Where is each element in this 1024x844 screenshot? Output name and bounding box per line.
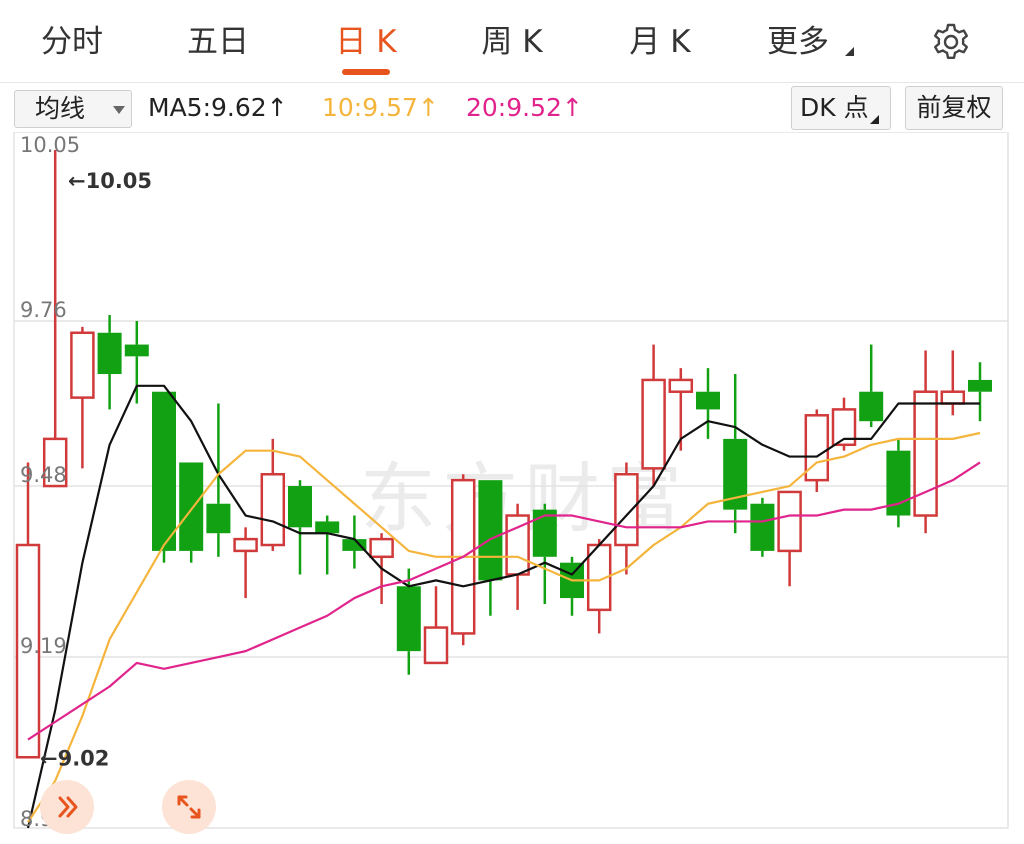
- candle-body-up: [614, 473, 639, 547]
- y-tick-label: 9.48: [20, 463, 67, 487]
- low-marker-label: ←9.02: [40, 746, 109, 770]
- tab-five-day[interactable]: 五日: [182, 20, 254, 64]
- candle: [614, 462, 639, 575]
- candle: [288, 480, 312, 575]
- high-marker-label: ←10.05: [68, 169, 152, 193]
- candle-body-down: [206, 503, 231, 534]
- period-tabs: 分时 五日 日 K 周 K 月 K 更多: [0, 0, 1024, 83]
- indicator-select[interactable]: 均线: [14, 90, 132, 128]
- collapse-sidebar-button[interactable]: [40, 780, 94, 834]
- tab-monthly-k[interactable]: 月 K: [624, 20, 696, 64]
- candle: [206, 403, 231, 557]
- forward-adjust-button[interactable]: 前复权: [905, 86, 1003, 130]
- candle-body-down: [750, 503, 775, 551]
- indicator-bar: 均线 MA5:9.62↑ 10:9.57↑ 20:9.52↑ DK 点 前复权: [0, 84, 1024, 132]
- candle: [124, 320, 149, 404]
- candle-body-down: [179, 462, 204, 551]
- dk-point-button[interactable]: DK 点: [791, 86, 891, 130]
- y-tick-label: 10.05: [20, 133, 80, 157]
- more-dropdown-icon: [845, 47, 854, 56]
- candle: [70, 326, 95, 469]
- candle: [886, 438, 911, 528]
- candle-body-down: [968, 379, 992, 392]
- candle: [968, 362, 992, 422]
- ma20-value: 20:9.52↑: [466, 93, 583, 122]
- candle-body-down: [288, 486, 312, 528]
- tab-daily-k[interactable]: 日 K: [330, 20, 402, 64]
- settings-gear-icon[interactable]: [930, 21, 972, 63]
- candle-body-down: [152, 391, 176, 551]
- candle: [859, 344, 884, 428]
- kline-plot: 10.059.769.489.198.90←10.05←9.02: [13, 132, 1009, 831]
- candle: [260, 438, 286, 551]
- candle: [152, 391, 176, 563]
- candle: [750, 497, 775, 557]
- candle: [423, 586, 449, 665]
- chevron-down-icon: [113, 106, 125, 114]
- candle-body-down: [124, 344, 149, 357]
- candle: [15, 462, 41, 759]
- dk-dropdown-icon: [870, 115, 879, 124]
- expand-arrows-icon: [177, 795, 201, 819]
- candle: [233, 527, 258, 599]
- candle: [913, 350, 938, 534]
- candle-body-up: [777, 490, 802, 553]
- candle: [696, 368, 720, 439]
- candle: [723, 374, 748, 534]
- double-chevron-right-icon: [58, 796, 78, 818]
- candle-body-up: [260, 473, 286, 547]
- candle-body-up: [940, 390, 966, 405]
- kline-chart[interactable]: 东方财富 10.059.769.489.198.90←10.05←9.02: [0, 132, 1024, 844]
- candle-body-down: [315, 521, 340, 534]
- candle-body-up: [641, 378, 666, 470]
- ma5-value: MA5:9.62↑: [148, 93, 288, 122]
- candle-body-up: [369, 537, 394, 559]
- tab-more[interactable]: 更多: [762, 20, 834, 64]
- ma10-value: 10:9.57↑: [322, 93, 439, 122]
- candle-body-up: [668, 378, 694, 393]
- candle-body-down: [859, 391, 884, 422]
- dk-point-label: DK 点: [800, 93, 869, 122]
- candle-body-down: [696, 391, 720, 410]
- tab-intraday[interactable]: 分时: [36, 20, 108, 64]
- candle: [641, 344, 666, 487]
- candle-body-down: [396, 586, 421, 652]
- candle-body-down: [97, 332, 122, 375]
- candle: [777, 490, 802, 587]
- candle: [940, 350, 966, 416]
- candle-body-up: [423, 626, 449, 665]
- candle: [179, 462, 204, 563]
- candle-body-up: [913, 390, 938, 517]
- candle-body-up: [233, 537, 258, 553]
- candle: [315, 515, 340, 575]
- candle: [97, 315, 122, 410]
- tab-weekly-k[interactable]: 周 K: [476, 20, 548, 64]
- candle: [342, 515, 367, 569]
- active-tab-indicator: [342, 69, 390, 75]
- candle-body-up: [70, 331, 95, 399]
- candle: [478, 480, 503, 616]
- fullscreen-button[interactable]: [162, 780, 216, 834]
- indicator-select-label: 均线: [35, 94, 86, 123]
- y-tick-label: 9.76: [20, 298, 67, 322]
- y-tick-label: 9.19: [20, 634, 67, 658]
- candle-body-down: [478, 480, 503, 581]
